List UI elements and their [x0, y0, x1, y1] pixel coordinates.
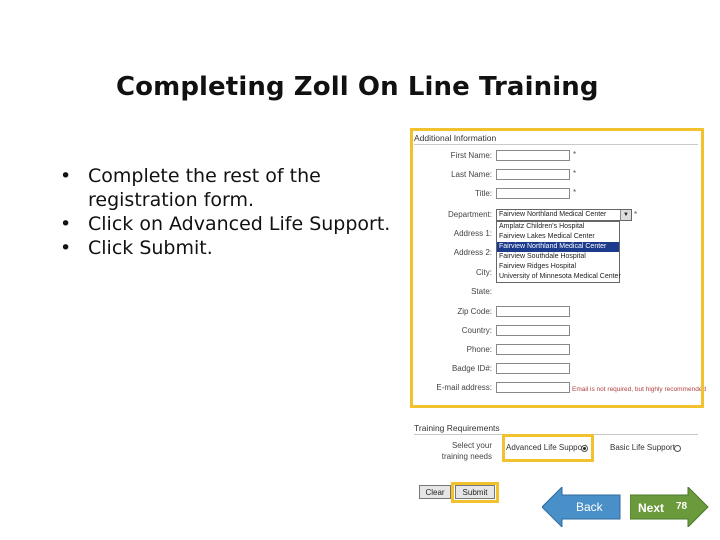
section-title-training: Training Requirements: [414, 423, 500, 433]
next-label: Next: [638, 501, 665, 515]
instruction-list: Complete the rest of the registration fo…: [60, 164, 400, 260]
slide-title: Completing Zoll On Line Training: [116, 72, 599, 102]
bullet-item: Click on Advanced Life Support.: [60, 212, 400, 236]
page-number: 78: [676, 501, 688, 512]
radio-basic-life-support[interactable]: [674, 445, 681, 452]
option-basic-life-support[interactable]: Basic Life Support: [610, 443, 675, 452]
training-prompt: Select your training needs: [441, 441, 492, 461]
clear-button[interactable]: Clear: [419, 485, 451, 499]
als-highlight: [502, 434, 594, 462]
next-nav-button[interactable]: Next 78: [629, 485, 710, 529]
back-nav-button[interactable]: Back: [541, 485, 622, 529]
bullet-item: Click Submit.: [60, 236, 400, 260]
submit-highlight: [451, 482, 499, 503]
back-label: Back: [576, 500, 603, 514]
form-highlight: [410, 128, 704, 408]
bullet-item: Complete the rest of the registration fo…: [60, 164, 400, 212]
